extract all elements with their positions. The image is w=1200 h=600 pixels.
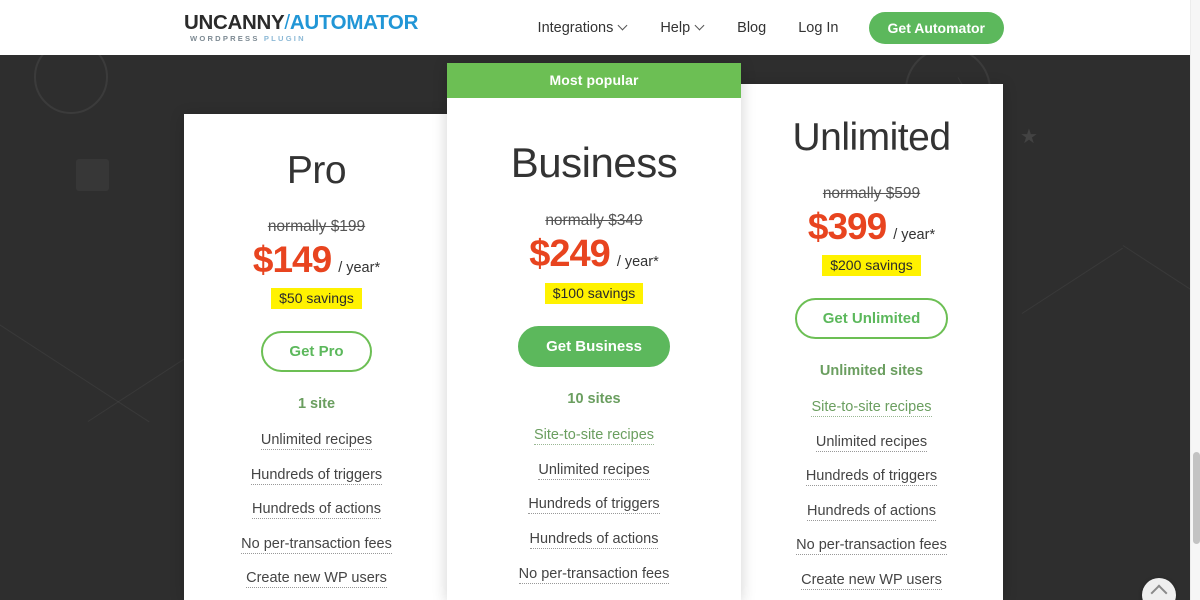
price-row: $149 / year* bbox=[202, 239, 431, 281]
billing-period: / year* bbox=[338, 260, 381, 276]
plan-price: $399 bbox=[807, 206, 887, 247]
feature-label: Site-to-site recipes bbox=[811, 399, 932, 418]
nav-item-label: Help bbox=[660, 20, 691, 36]
feature-label: Unlimited recipes bbox=[538, 461, 650, 480]
feature-label: Hundreds of actions bbox=[807, 502, 936, 521]
plan-price: $149 bbox=[252, 239, 332, 280]
plan-price: $249 bbox=[529, 233, 611, 275]
savings-badge: $100 savings bbox=[544, 282, 644, 304]
feature-item[interactable]: Create new WP users bbox=[758, 571, 985, 590]
card-body: Business normally $349 $249 / year* $100… bbox=[447, 142, 741, 600]
main-navigation: Integrations Help Blog Log In Get Automa… bbox=[522, 12, 1004, 44]
get-business-button[interactable]: Get Business bbox=[518, 325, 670, 367]
savings-badge: $200 savings bbox=[822, 254, 921, 276]
decorative-chevron-line bbox=[1122, 245, 1190, 312]
site-logo[interactable]: UNCANNY/AUTOMATOR WORDPRESS PLUGIN bbox=[184, 11, 418, 43]
chevron-down-icon bbox=[619, 22, 628, 31]
logo-subtitle-plugin: PLUGIN bbox=[263, 33, 306, 43]
nav-item-login[interactable]: Log In bbox=[782, 20, 854, 36]
feature-item[interactable]: Hundreds of actions bbox=[465, 530, 723, 549]
savings-badge: $50 savings bbox=[271, 287, 362, 309]
billing-period: / year* bbox=[616, 254, 659, 270]
feature-label: Create new WP users bbox=[801, 571, 942, 590]
get-pro-button[interactable]: Get Pro bbox=[261, 330, 372, 372]
pricing-card-unlimited[interactable]: Unlimited normally $599 $399 / year* $20… bbox=[740, 84, 1003, 600]
nav-item-label: Integrations bbox=[537, 20, 614, 36]
feature-item[interactable]: Hundreds of triggers bbox=[465, 495, 723, 515]
decorative-circle bbox=[34, 55, 108, 114]
card-body: Pro normally $199 $149 / year* $50 savin… bbox=[184, 151, 449, 600]
feature-item[interactable]: Site-to-site recipes bbox=[465, 426, 723, 446]
plan-name: Business bbox=[510, 139, 678, 186]
original-price: normally $349 bbox=[545, 212, 643, 229]
pricing-card-business[interactable]: Most popular Business normally $349 $249… bbox=[447, 63, 741, 600]
feature-label: Hundreds of actions bbox=[252, 501, 381, 520]
feature-label: Site-to-site recipes bbox=[533, 427, 655, 446]
decorative-star: ★ bbox=[1020, 126, 1038, 148]
feature-label: Unlimited recipes bbox=[815, 433, 928, 452]
logo-automator-text: AUTOMATOR bbox=[289, 11, 419, 34]
feature-label: Create new WP users bbox=[246, 570, 387, 589]
get-automator-button[interactable]: Get Automator bbox=[868, 12, 1004, 44]
decorative-chevron-line bbox=[0, 318, 150, 423]
plan-name: Pro bbox=[286, 149, 347, 192]
site-header: UNCANNY/AUTOMATOR WORDPRESS PLUGIN Integ… bbox=[0, 0, 1190, 55]
feature-label: Hundreds of actions bbox=[529, 530, 659, 549]
pricing-card-pro[interactable]: Pro normally $199 $149 / year* $50 savin… bbox=[184, 114, 449, 600]
billing-period: / year* bbox=[893, 227, 936, 243]
feature-item[interactable]: Create new WP users bbox=[202, 569, 431, 589]
nav-item-blog[interactable]: Blog bbox=[721, 20, 782, 36]
scrollbar-thumb[interactable] bbox=[1193, 452, 1200, 544]
price-row: $399 / year* bbox=[758, 206, 985, 248]
feature-label: No per-transaction fees bbox=[241, 535, 392, 554]
feature-item[interactable]: Hundreds of actions bbox=[758, 502, 985, 521]
nav-item-integrations[interactable]: Integrations bbox=[522, 20, 645, 36]
nav-item-help[interactable]: Help bbox=[644, 20, 721, 36]
feature-site-count: 1 site bbox=[297, 395, 336, 412]
feature-label: No per-transaction fees bbox=[796, 537, 947, 556]
card-body: Unlimited normally $599 $399 / year* $20… bbox=[740, 118, 1003, 600]
original-price: normally $599 bbox=[822, 185, 921, 202]
page-viewport: ★ ★ ★ UNCANNY/AUTOMATOR WORDPRESS PLUGIN… bbox=[0, 0, 1200, 600]
feature-item[interactable]: Unlimited recipes bbox=[465, 461, 723, 480]
logo-subtitle-wordpress: WORDPRESS bbox=[190, 33, 260, 43]
feature-item[interactable]: No per-transaction fees bbox=[202, 535, 431, 554]
logo-uncanny-text: UNCANNY bbox=[184, 11, 285, 34]
feature-label: Hundreds of triggers bbox=[250, 466, 383, 485]
feature-item[interactable]: Hundreds of triggers bbox=[758, 467, 985, 487]
feature-item[interactable]: No per-transaction fees bbox=[758, 536, 985, 556]
feature-list: 10 sites Site-to-site recipes Unlimited … bbox=[465, 390, 723, 600]
feature-site-count: Unlimited sites bbox=[819, 362, 924, 379]
feature-item[interactable]: Unlimited recipes bbox=[202, 431, 431, 451]
plan-name: Unlimited bbox=[792, 116, 951, 159]
feature-label: Hundreds of triggers bbox=[528, 496, 660, 515]
price-row: $249 / year* bbox=[465, 233, 723, 276]
get-unlimited-button[interactable]: Get Unlimited bbox=[794, 297, 949, 339]
chevron-down-icon bbox=[696, 22, 705, 31]
original-price: normally $199 bbox=[267, 218, 366, 235]
decorative-square bbox=[76, 159, 109, 191]
logo-subtitle: WORDPRESS PLUGIN bbox=[184, 33, 418, 43]
feature-list: Unlimited sites Site-to-site recipes Unl… bbox=[758, 362, 985, 600]
feature-item[interactable]: Unlimited recipes bbox=[758, 433, 985, 452]
feature-item[interactable]: Hundreds of actions bbox=[202, 500, 431, 520]
feature-item[interactable]: Hundreds of triggers bbox=[202, 466, 431, 485]
feature-site-count: 10 sites bbox=[567, 390, 621, 407]
feature-item[interactable]: No per-transaction fees bbox=[465, 565, 723, 584]
page-scrollbar[interactable] bbox=[1190, 0, 1200, 600]
decorative-chevron-line bbox=[1021, 247, 1123, 314]
feature-list: 1 site Unlimited recipes Hundreds of tri… bbox=[202, 395, 431, 600]
feature-label: No per-transaction fees bbox=[518, 565, 670, 584]
most-popular-ribbon: Most popular bbox=[447, 63, 741, 98]
feature-label: Unlimited recipes bbox=[260, 432, 373, 451]
feature-label: Hundreds of triggers bbox=[805, 468, 938, 487]
feature-item[interactable]: Site-to-site recipes bbox=[758, 398, 985, 418]
logo-wordmark: UNCANNY/AUTOMATOR bbox=[184, 11, 418, 34]
